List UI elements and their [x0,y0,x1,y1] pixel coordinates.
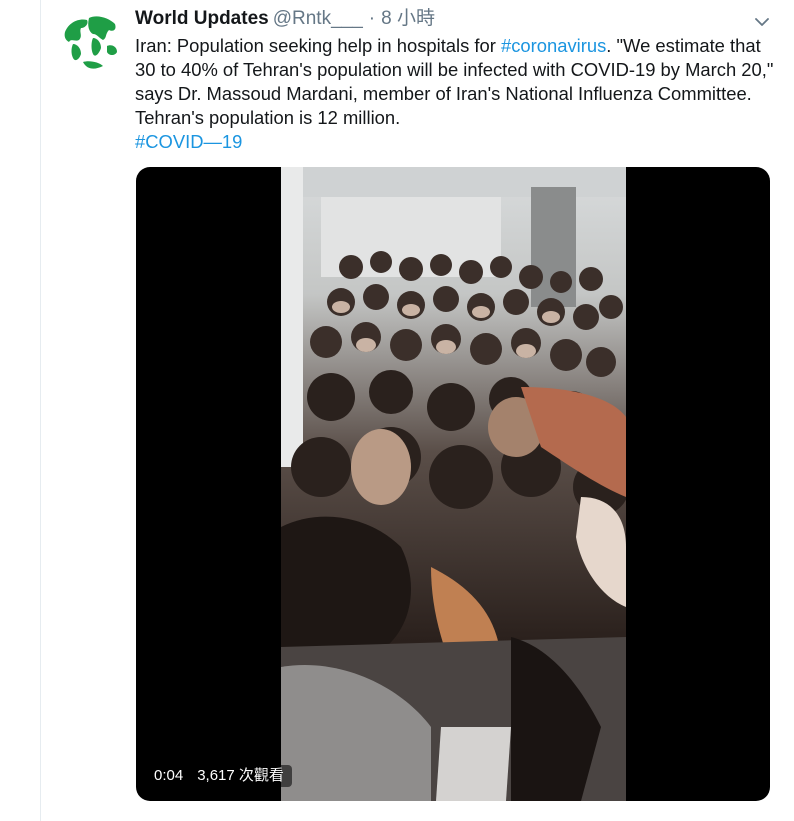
video-player[interactable]: 0:04 3,617 次觀看 [136,167,770,801]
video-frame[interactable] [281,167,626,801]
tweet-menu-button[interactable] [754,14,770,30]
video-duration: 0:04 [154,767,184,784]
avatar[interactable] [59,8,123,72]
tweet-timestamp[interactable]: 8 小時 [381,8,435,29]
video-thumbnail [281,167,626,801]
video-info-overlay: 0:04 3,617 次觀看 [146,765,292,787]
user-handle[interactable]: @Rntk___ [273,8,363,29]
tweet-text-part: Iran: Population seeking help in hospita… [135,35,501,56]
hashtag-link-coronavirus[interactable]: #coronavirus [501,35,606,56]
tweet-header: World Updates @Rntk___ · 8 小時 [135,8,774,30]
display-name[interactable]: World Updates [135,8,269,29]
hashtag-link-covid19[interactable]: #COVID—19 [135,131,242,152]
tweet-card[interactable]: World Updates @Rntk___ · 8 小時 Iran: Populat… [40,0,794,821]
globe-map-icon [59,8,123,72]
video-view-count: 3,617 次觀看 [197,767,284,784]
separator-dot: · [368,8,376,29]
chevron-down-icon [755,18,769,26]
tweet-text: Iran: Population seeking help in hospita… [135,34,785,154]
